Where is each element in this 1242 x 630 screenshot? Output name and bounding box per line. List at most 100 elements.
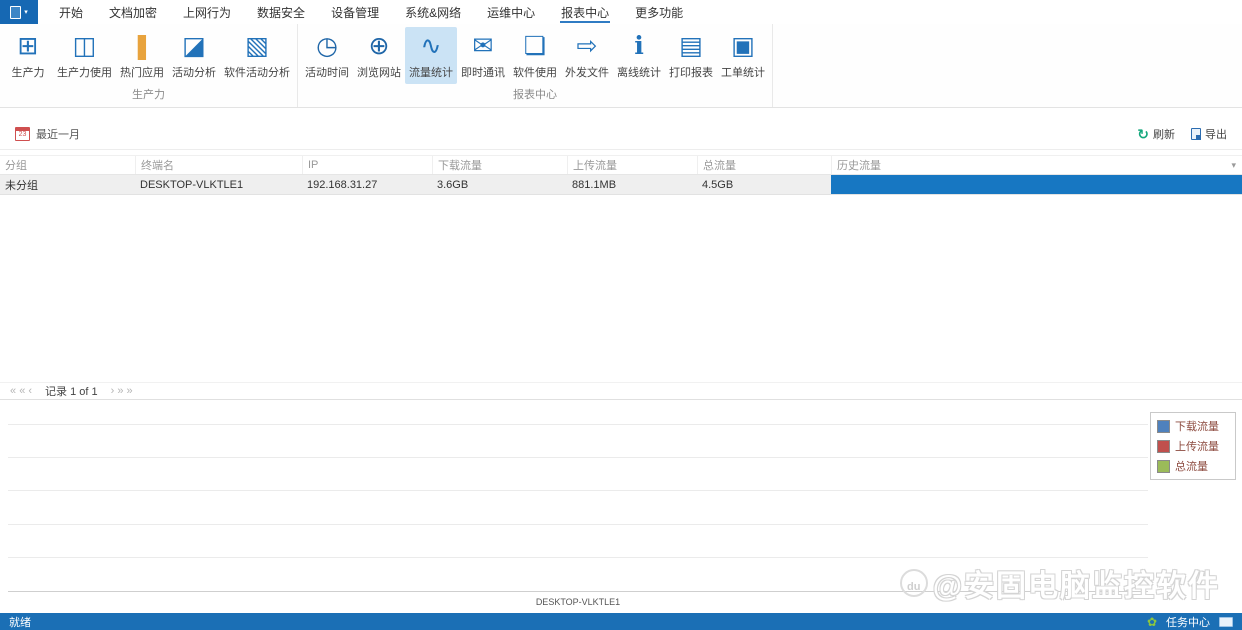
ribbon-item-label: 离线统计	[617, 67, 661, 79]
menu-tab[interactable]: 数据安全	[244, 0, 318, 24]
ribbon-item[interactable]: ▣ 工单统计	[717, 27, 769, 84]
pagination-left-arrows: « « ‹	[10, 385, 32, 397]
date-range-label: 最近一月	[36, 129, 80, 141]
column-header[interactable]: 历史流量	[831, 156, 1242, 174]
legend-label: 下载流量	[1175, 421, 1219, 433]
window-chart-icon: ▧	[245, 32, 269, 60]
ribbon-item[interactable]: ❚ 热门应用	[116, 27, 168, 84]
table-cell: 未分组	[5, 179, 38, 192]
column-header[interactable]: 总流量	[697, 156, 831, 174]
pagination-bar: « « ‹ 记录 1 of 1 › » »	[0, 382, 1242, 400]
status-bar-right: ✿ 任务中心	[1147, 614, 1233, 630]
column-header[interactable]: 下载流量	[432, 156, 567, 174]
legend-label: 上传流量	[1175, 441, 1219, 453]
prev-page-icon[interactable]: ‹	[28, 385, 32, 397]
column-menu-chevron-icon[interactable]: ▾	[1231, 160, 1236, 171]
ribbon-group-items: ⊞ 生产力 ◫ 生产力使用 ❚ 热门应用 ◪ 活动分析 ▧ 软件活动分析	[3, 24, 294, 85]
report-toolbar: 23 最近一月 ↻ 刷新 导出	[0, 119, 1242, 150]
ribbon-item[interactable]: ❏ 软件使用	[509, 27, 561, 84]
menu-tab[interactable]: 文档加密	[96, 0, 170, 24]
chart-plot-area	[8, 424, 1148, 592]
chevron-down-icon: ▾	[24, 8, 28, 16]
app-window-icon	[10, 5, 22, 19]
table-cell: 881.1MB	[572, 178, 617, 191]
ribbon-item[interactable]: ▤ 打印报表	[665, 27, 717, 84]
status-ready-label: 就绪	[9, 616, 31, 629]
legend-swatch	[1157, 459, 1170, 473]
ribbon-item-label: 生产力	[11, 67, 45, 79]
ribbon-item[interactable]: ◪ 活动分析	[168, 27, 220, 84]
menu-bar: ▾ 开始 文档加密 上网行为 数据安全 设备管理 系统&网络 运维中心 报表中心 更多功能	[0, 0, 1242, 24]
toolbar-actions: ↻ 刷新 导出	[1137, 126, 1227, 142]
ribbon-group-items: ◷ 活动时间 ⊕ 浏览网站 ∿ 流量统计 ✉ 即时通讯 ❏ 软件使用 ⇨ 外发文件 ℹ 离线统计 ▤ 打印报表…	[301, 24, 769, 85]
menu-tab[interactable]: 系统&网络	[392, 0, 474, 24]
ribbon-item-label: 流量统计	[409, 67, 453, 79]
legend-item: 总流量	[1157, 458, 1229, 474]
ribbon-item[interactable]: ⊕ 浏览网站	[353, 27, 405, 84]
ribbon-item-label: 活动分析	[172, 67, 216, 79]
ribbon-item[interactable]: ▧ 软件活动分析	[220, 27, 294, 84]
doc-star-icon: ◪	[182, 32, 206, 60]
ribbon-group: ◷ 活动时间 ⊕ 浏览网站 ∿ 流量统计 ✉ 即时通讯 ❏ 软件使用 ⇨ 外发文件 ℹ 离线统计 ▤ 打印报表…	[298, 24, 773, 107]
ribbon-item[interactable]: ⊞ 生产力	[3, 27, 53, 84]
software-window-icon: ❏	[523, 32, 547, 60]
ribbon-item-label: 软件使用	[513, 67, 557, 79]
menu-tab[interactable]: 报表中心	[548, 0, 622, 24]
refresh-button[interactable]: ↻ 刷新	[1137, 126, 1175, 142]
legend-swatch	[1157, 439, 1170, 453]
legend-swatch	[1157, 419, 1170, 433]
menu-tab[interactable]: 更多功能	[622, 0, 696, 24]
export-button[interactable]: 导出	[1191, 126, 1227, 142]
record-count-label: 记录 1 of 1	[45, 386, 98, 398]
column-header[interactable]: 分组	[0, 156, 135, 174]
menu-tab[interactable]: 设备管理	[318, 0, 392, 24]
menu-tab[interactable]: 运维中心	[474, 0, 548, 24]
ribbon-item[interactable]: ✉ 即时通讯	[457, 27, 509, 84]
column-header[interactable]: 上传流量	[567, 156, 697, 174]
next-group-icon[interactable]: »	[117, 385, 123, 397]
ribbon-item[interactable]: ⇨ 外发文件	[561, 27, 613, 84]
menu-tab[interactable]: 开始	[46, 0, 96, 24]
ribbon-item-label: 软件活动分析	[224, 67, 290, 79]
ribbon-item-label: 打印报表	[669, 67, 713, 79]
chart-plot-wrap: DESKTOP-VLKTLE1	[8, 424, 1148, 613]
ribbon-item[interactable]: ℹ 离线统计	[613, 27, 665, 84]
first-page-icon[interactable]: «	[10, 385, 16, 397]
ribbon-item-label: 热门应用	[120, 67, 164, 79]
column-header[interactable]: IP	[302, 156, 432, 174]
export-label: 导出	[1205, 129, 1227, 141]
printer-icon: ▤	[679, 32, 703, 60]
table-cell: 3.6GB	[437, 178, 469, 191]
menu-tab[interactable]: 上网行为	[170, 0, 244, 24]
ribbon-item[interactable]: ∿ 流量统计	[405, 27, 457, 84]
ribbon-item-label: 外发文件	[565, 67, 609, 79]
monitor-icon[interactable]	[1219, 616, 1233, 627]
chart-legend: 下载流量上传流量总流量	[1150, 412, 1236, 480]
hot-apps-bars-icon: ❚	[131, 32, 153, 60]
ribbon-item-label: 活动时间	[305, 67, 349, 79]
ribbon-item[interactable]: ◫ 生产力使用	[53, 27, 116, 84]
chat-icon: ✉	[472, 32, 494, 60]
column-header[interactable]: 终端名	[135, 156, 302, 174]
next-page-icon[interactable]: ›	[111, 385, 115, 397]
ribbon-item-label: 生产力使用	[57, 67, 112, 79]
date-range-selector[interactable]: 23 最近一月	[15, 126, 80, 142]
app-menu-button[interactable]: ▾	[0, 0, 38, 24]
menu-tabs: 开始 文档加密 上网行为 数据安全 设备管理 系统&网络 运维中心 报表中心 更多功能	[46, 0, 696, 24]
history-traffic-cell	[831, 175, 1242, 194]
legend-item: 上传流量	[1157, 438, 1229, 454]
ribbon-item[interactable]: ◷ 活动时间	[301, 27, 353, 84]
table-cell: DESKTOP-VLKTLE1	[140, 178, 244, 191]
clock-icon: ◷	[316, 32, 338, 60]
ribbon-group: ⊞ 生产力 ◫ 生产力使用 ❚ 热门应用 ◪ 活动分析 ▧ 软件活动分析 生产力	[0, 24, 298, 107]
last-page-icon[interactable]: »	[127, 385, 133, 397]
productivity-grid-icon: ⊞	[17, 32, 39, 60]
task-center-button[interactable]: 任务中心	[1166, 614, 1210, 630]
calendar-icon: 23	[15, 127, 30, 141]
table-empty-area	[0, 195, 1242, 382]
table-row[interactable]: 未分组 DESKTOP-VLKTLE1 192.168.31.27 3.6GB 881.…	[0, 175, 1242, 195]
plant-icon: ✿	[1146, 614, 1157, 629]
prev-group-icon[interactable]: «	[19, 385, 25, 397]
table-cell: 4.5GB	[702, 178, 734, 191]
ribbon-group-label: 报表中心	[513, 89, 557, 101]
